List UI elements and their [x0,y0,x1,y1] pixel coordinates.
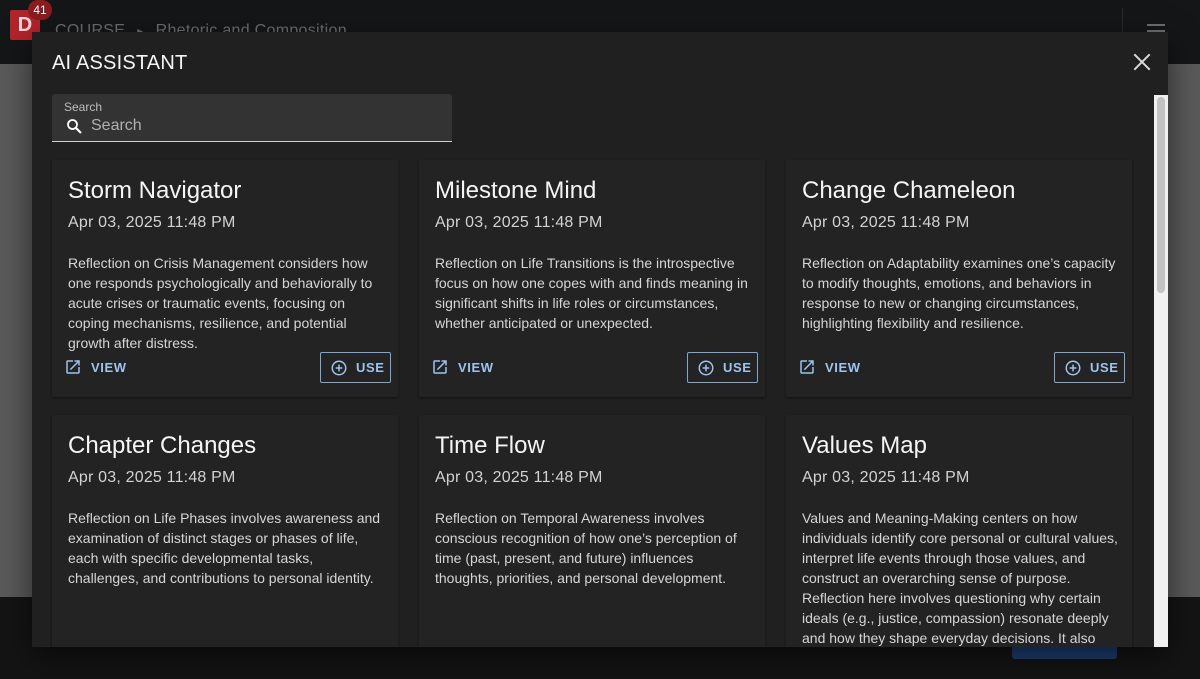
open-in-new-icon [800,360,814,374]
card-description: Reflection on Adaptability examines one’… [802,255,1116,331]
view-button[interactable]: VIEW [431,352,494,382]
search-input[interactable] [91,115,441,137]
use-button[interactable]: USE [687,352,758,383]
card-description: Reflection on Life Transitions is the in… [435,255,748,331]
card-title: Chapter Changes [68,432,257,459]
card-description: Reflection on Crisis Management consider… [68,255,373,351]
scrollbar[interactable] [1154,95,1168,647]
view-button[interactable]: VIEW [64,352,127,382]
card-description: Values and Meaning-Making centers on how… [802,510,1118,646]
prompt-card: Milestone Mind Apr 03, 2025 11:48 PM Ref… [419,160,765,397]
use-button-label: USE [356,360,385,375]
search-label: Search [64,100,103,114]
view-button[interactable]: VIEW [798,352,861,382]
use-button[interactable]: USE [1054,352,1125,383]
card-description: Reflection on Life Phases involves aware… [68,510,381,586]
prompt-card: Chapter Changes Apr 03, 2025 11:48 PM Re… [52,415,398,647]
ai-assistant-dialog: AI ASSISTANT Search Storm Navigator Apr … [32,32,1168,647]
card-title: Time Flow [435,432,545,459]
card-date: Apr 03, 2025 11:48 PM [68,469,236,486]
card-title: Milestone Mind [435,177,597,204]
close-icon [1133,53,1151,71]
card-description: Reflection on Temporal Awareness involve… [435,510,737,586]
card-date: Apr 03, 2025 11:48 PM [802,469,970,486]
dialog-title: AI ASSISTANT [52,52,188,74]
notification-badge: 41 [28,0,52,20]
prompt-card: Time Flow Apr 03, 2025 11:48 PM Reflecti… [419,415,765,647]
add-circle-icon [331,360,347,375]
prompt-card: Storm Navigator Apr 03, 2025 11:48 PM Re… [52,160,398,397]
card-title: Change Chameleon [802,177,1016,204]
scrollbar-thumb[interactable] [1157,97,1165,293]
view-button-label: VIEW [825,359,861,375]
view-button-label: VIEW [458,359,494,375]
open-in-new-icon [66,360,80,374]
card-date: Apr 03, 2025 11:48 PM [435,469,603,486]
prompt-card: Values Map Apr 03, 2025 11:48 PM Values … [786,415,1132,647]
use-button[interactable]: USE [320,352,391,383]
use-button-label: USE [723,360,752,375]
card-date: Apr 03, 2025 11:48 PM [802,214,970,231]
close-button[interactable] [1130,50,1154,74]
view-button-label: VIEW [91,359,127,375]
card-date: Apr 03, 2025 11:48 PM [435,214,603,231]
card-date: Apr 03, 2025 11:48 PM [68,214,236,231]
card-title: Storm Navigator [68,177,242,204]
add-circle-icon [1065,360,1081,375]
card-title: Values Map [802,432,927,459]
prompt-card: Change Chameleon Apr 03, 2025 11:48 PM R… [786,160,1132,397]
search-icon [67,119,82,134]
search-field[interactable]: Search [52,94,452,142]
use-button-label: USE [1090,360,1119,375]
add-circle-icon [698,360,714,375]
open-in-new-icon [433,360,447,374]
